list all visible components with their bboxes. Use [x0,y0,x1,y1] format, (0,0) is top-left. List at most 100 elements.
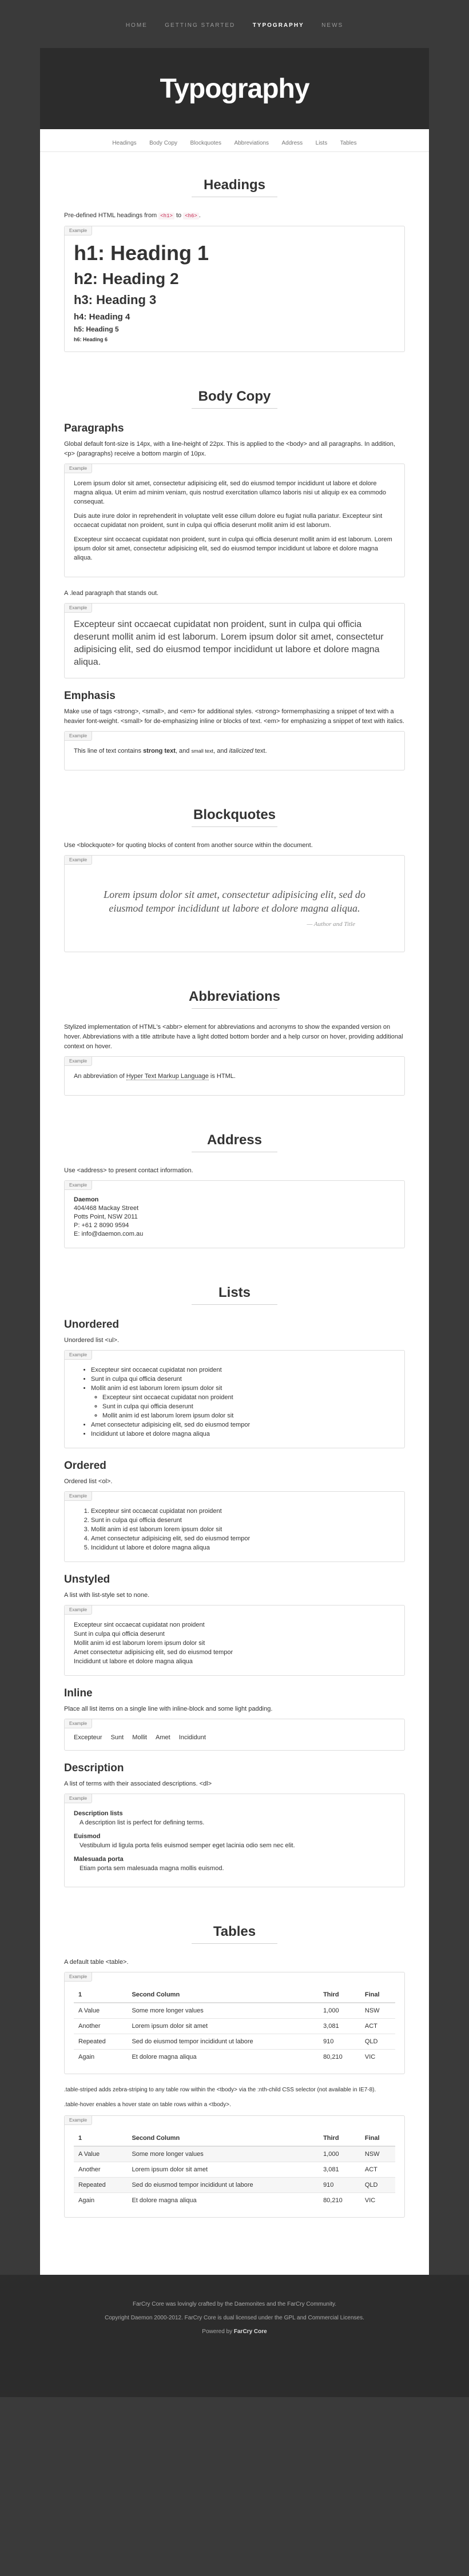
divider [192,1304,277,1305]
nav-news[interactable]: NEWS [321,22,343,29]
list-item: Excepteur sint occaecat cupidatat non pr… [91,1365,395,1375]
hover-note: .table-hover enables a hover state on ta… [64,2102,231,2108]
table-row[interactable]: Again Et dolore magna aliqua 80,210 VIC [74,2192,395,2208]
subnav-tables[interactable]: Tables [340,140,357,146]
table-cell: QLD [360,2034,395,2050]
list-item: Excepteur sint occaecat cupidatat non pr… [74,1622,205,1628]
example-box: Example Lorem ipsum dolor sit amet, cons… [64,855,405,952]
example-box: Example Excepteur sint occaecat cupidata… [64,1605,405,1676]
blockquote-demo: Lorem ipsum dolor sit amet, consectetur … [74,870,395,942]
nav-getting-started[interactable]: GETTING STARTED [165,22,235,29]
example-box: Example Excepteur sint occaecat cupidata… [64,603,405,678]
table-header: 1 [74,1987,128,2003]
divider [192,826,277,827]
footer: FarCry Core was lovingly crafted by the … [0,2275,469,2397]
abbreviation-demo: An abbreviation of Hyper Text Markup Lan… [74,1073,236,1080]
list-item: Mollit anim id est laborum lorem ipsum d… [74,1640,205,1647]
example-tag: Example [65,1794,93,1803]
list-item: Excepteur sint occaecat cupidatat non pr… [91,1507,395,1516]
nested-list-item: Sunt in culpa qui officia deserunt [102,1402,395,1411]
main-content: Headings Body Copy Blockquotes Abbreviat… [40,129,429,2275]
table-cell: ACT [360,2162,395,2178]
table-cell: 1,000 [319,2146,360,2162]
subnav-blockquotes[interactable]: Blockquotes [190,140,221,146]
divider [192,1008,277,1009]
page-title: Typography [160,74,309,104]
heading-3-demo: h3: Heading 3 [74,293,157,307]
table-cell: Again [74,2049,128,2064]
abbreviation[interactable]: Hyper Text Markup Language [126,1073,209,1080]
paragraphs-intro: Global default font-size is 14px, with a… [64,441,395,457]
example-paragraph: Duis aute irure dolor in reprehenderit i… [74,513,383,529]
table-cell: 910 [319,2177,360,2193]
emphasis-demo: This line of text contains strong text, … [74,748,267,754]
table-header: Second Column [127,1987,319,2003]
table-cell: 1,000 [319,2002,360,2019]
example-tag: Example [65,226,93,235]
description-detail: Vestibulum id ligula porta felis euismod… [80,1842,295,1849]
description-detail: Etiam porta sem malesuada magna mollis e… [80,1865,224,1872]
table-row: Repeated Sed do eiusmod tempor incididunt… [74,2034,395,2050]
ordered-list: Excepteur sint occaecat cupidatat non pr… [74,1507,395,1552]
description-detail: A description list is perfect for defini… [80,1819,205,1826]
default-table: 1 Second Column Third Final A Value Some … [74,1987,395,2064]
list-item: Sunt in culpa qui officia deserunt [74,1631,165,1638]
example-tag: Example [65,2116,93,2125]
subnav-lists[interactable]: Lists [316,140,328,146]
subnav-body-copy[interactable]: Body Copy [149,140,177,146]
subnav-headings[interactable]: Headings [112,140,136,146]
lead-paragraph: Excepteur sint occaecat cupidatat non pr… [74,620,384,667]
nav-home[interactable]: HOME [126,22,148,29]
list-item: Incididunt [178,1734,206,1741]
table-cell: Lorem ipsum dolor sit amet [127,2162,319,2178]
list-item: Mollit [132,1734,147,1741]
striped-note: .table-striped adds zebra-striping to an… [64,2087,376,2093]
table-cell: VIC [360,2049,395,2064]
heading-1-demo: h1: Heading 1 [74,241,209,265]
list-item: Excepteur [74,1734,102,1741]
emphasis-heading: Emphasis [64,690,116,702]
example-box: Example This line of text contains stron… [64,731,405,770]
table-cell: Sed do eiusmod tempor incididunt ut labo… [127,2034,319,2050]
unordered-heading: Unordered [64,1319,120,1331]
section-title-headings: Headings [203,177,266,193]
unordered-list: Excepteur sint occaecat cupidatat non pr… [74,1365,395,1439]
subnav-address[interactable]: Address [282,140,303,146]
unstyled-heading: Unstyled [64,1573,110,1585]
divider [192,408,277,409]
table-cell: Et dolore magna aliqua [127,2049,319,2064]
subnav-abbreviations[interactable]: Abbreviations [234,140,269,146]
example-box: Example h1: Heading 1 h2: Heading 2 h3: … [64,226,405,352]
table-row: Another Lorem ipsum dolor sit amet 3,081 AC… [74,2018,395,2034]
table-cell: 80,210 [319,2049,360,2064]
table-cell: NSW [360,2146,395,2162]
nav-typography[interactable]: TYPOGRAPHY [253,22,304,29]
list-item: Amet consectetur adipisicing elit, sed d… [91,1534,395,1543]
blockquotes-intro: Use <blockquote> for quoting blocks of c… [64,842,313,849]
list-item: Incididunt ut labore et dolore magna ali… [91,1543,395,1552]
table-row[interactable]: Another Lorem ipsum dolor sit amet 3,081 AC… [74,2162,395,2178]
section-title-abbreviations: Abbreviations [188,989,281,1004]
example-box: Example Excepteur Sunt Mollit Amet Incid… [64,1719,405,1751]
table-row[interactable]: Repeated Sed do eiusmod tempor incididunt… [74,2177,395,2193]
heading-6-demo: h6: Heading 6 [74,337,108,342]
list-item: Sunt in culpa qui officia deserunt [91,1516,395,1525]
table-cell: Again [74,2192,128,2208]
emphasis-intro: Make use of tags <strong>, <small>, and … [64,708,404,725]
blockquote-author: — Author and Title [307,921,355,928]
footer-brand-link[interactable]: FarCry Core [234,2329,267,2335]
section-title-blockquotes: Blockquotes [193,807,276,822]
section-title-address: Address [206,1132,263,1148]
list-item: Incididunt ut labore et dolore magna ali… [74,1658,193,1665]
footer-powered-by: Powered by FarCry Core [202,2329,267,2335]
example-box: Example Daemon 404/468 Mackay Street Pot… [64,1180,405,1248]
table-header: Third [319,1987,360,2003]
unordered-intro: Unordered list <ul>. [64,1337,119,1344]
table-row[interactable]: A Value Some more longer values 1,000 NSW [74,2146,395,2162]
footer-credit: FarCry Core was lovingly crafted by the … [132,2301,337,2307]
table-cell: 3,081 [319,2018,360,2034]
example-tag: Example [65,1492,93,1501]
example-box: Example Excepteur sint occaecat cupidata… [64,1491,405,1562]
list-item: Incididunt ut labore et dolore magna ali… [91,1429,395,1439]
table-cell: Sed do eiusmod tempor incididunt ut labo… [127,2177,319,2193]
